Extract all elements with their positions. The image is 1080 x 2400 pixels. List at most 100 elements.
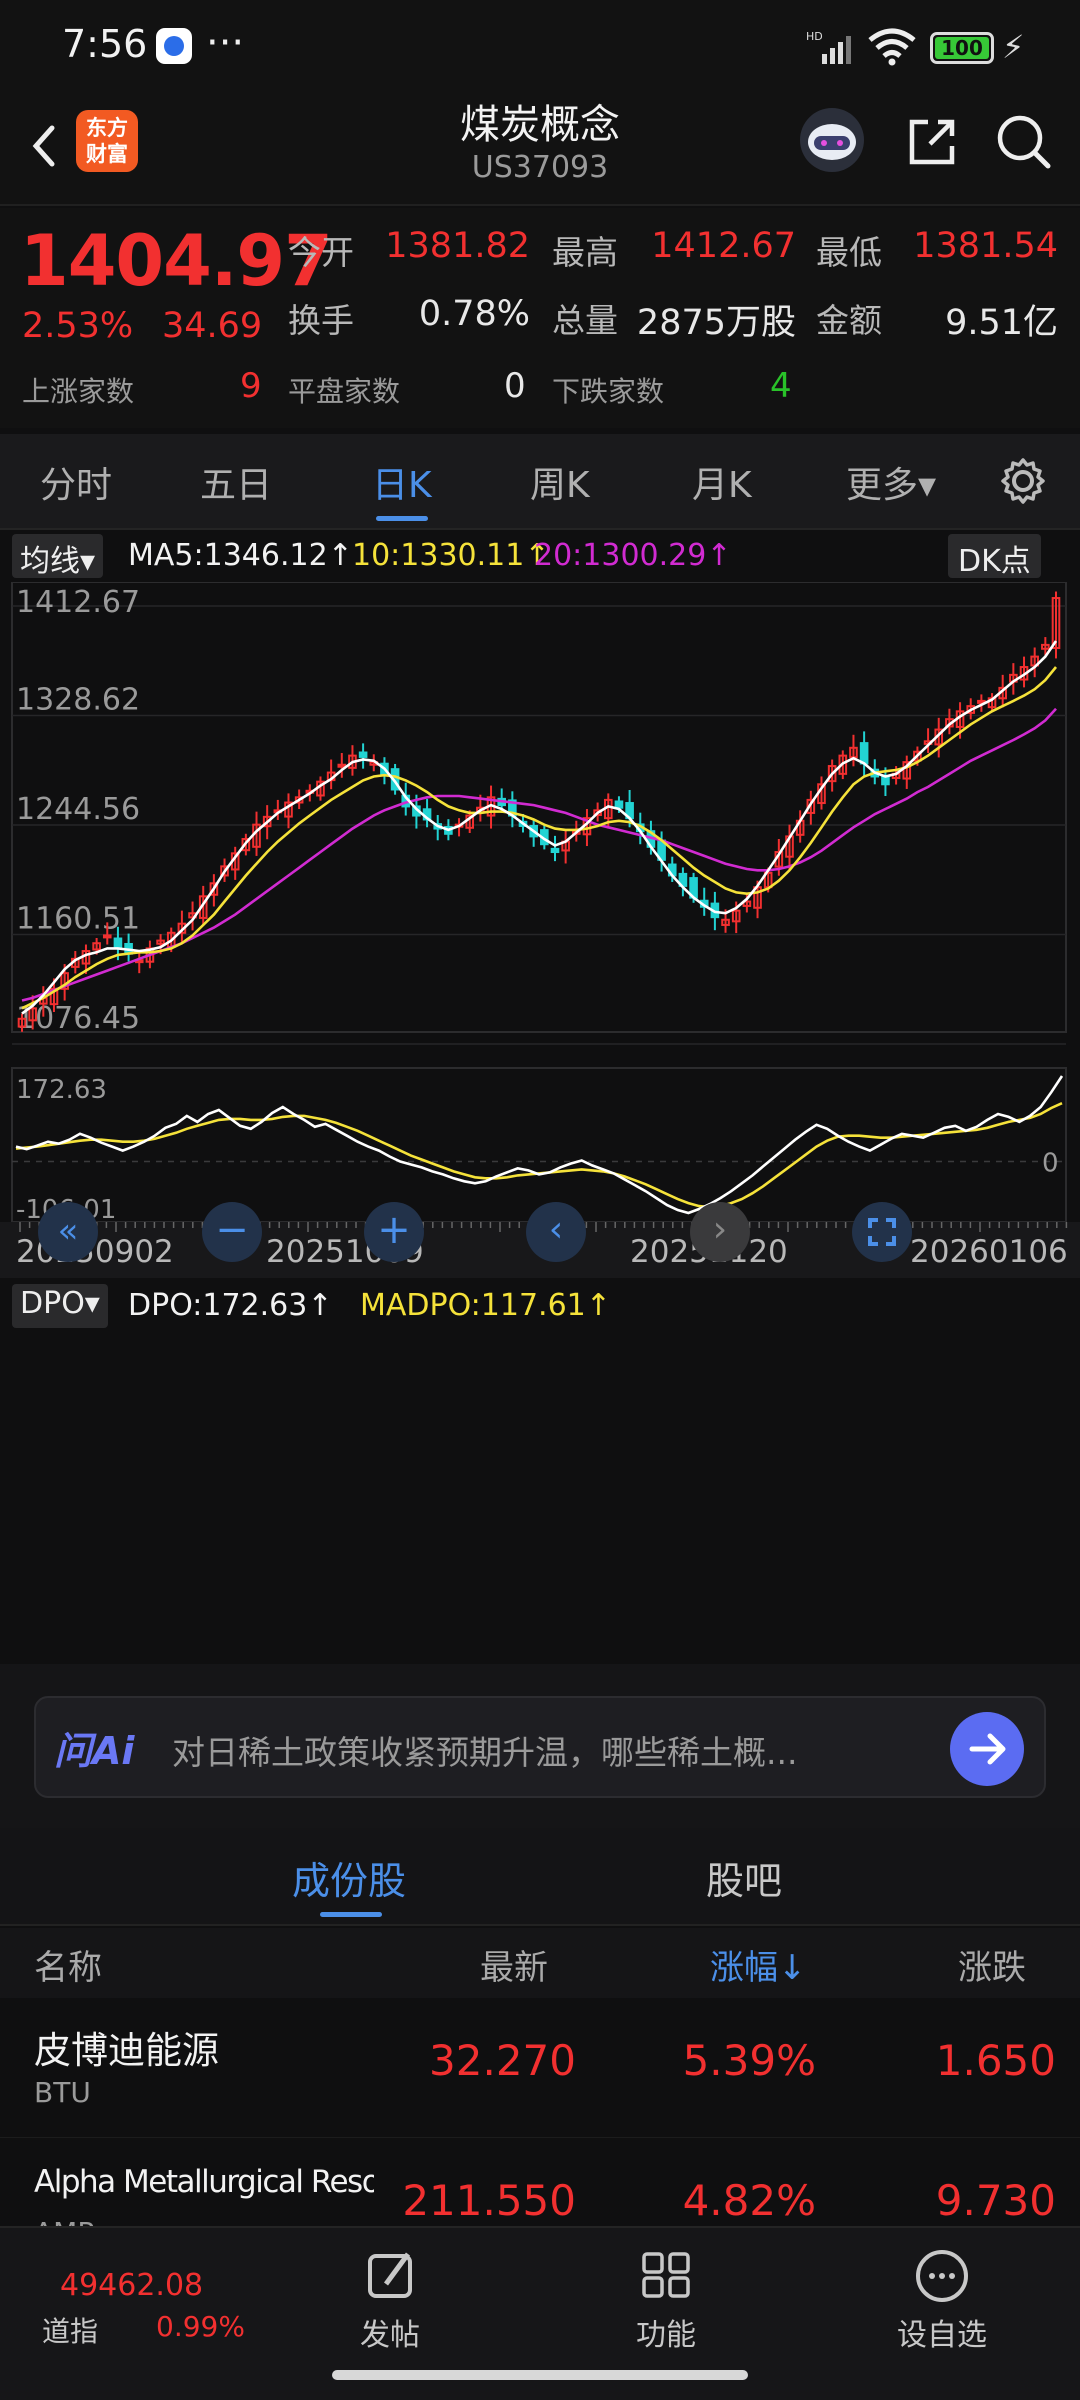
dpo-selector[interactable]: DPO▾ — [12, 1284, 108, 1328]
candle-body — [113, 937, 123, 949]
col-chg-header[interactable]: 涨跌 — [958, 1940, 1026, 1989]
charging-icon: ⚡ — [1002, 28, 1025, 66]
tab-constituents[interactable]: 成份股 — [292, 1850, 406, 1905]
features-button[interactable]: 功能 — [606, 2246, 726, 2366]
date-label: 20260106 — [910, 1234, 1068, 1270]
stock-name: 皮博迪能源 — [34, 2029, 219, 2072]
open-label: 今开 — [288, 233, 354, 272]
down-count: 4 — [770, 366, 792, 406]
tab-more[interactable]: 更多▾ — [846, 456, 936, 508]
search-button[interactable] — [992, 110, 1056, 174]
bottom-nav: 49462.08 道指 0.99% 发帖 功能 设自选 — [0, 2226, 1080, 2400]
step-forward-button[interactable]: › — [690, 1202, 750, 1262]
candle-body — [358, 751, 368, 758]
high-label: 最高 — [552, 233, 618, 272]
turnover-label: 换手 — [288, 301, 354, 340]
post-button[interactable]: 发帖 — [330, 2246, 450, 2366]
ma20-value: 20:1300.29↑ — [534, 538, 732, 573]
kline-chart[interactable]: 1412.67 1328.62 1244.56 1160.51 1076.45 172.6… — [0, 582, 1080, 1622]
grid-apps-icon — [642, 2252, 690, 2298]
arrow-right-icon — [969, 1733, 1006, 1765]
step-back-button[interactable]: ‹ — [526, 1202, 586, 1262]
index-name: 道指 — [42, 2315, 99, 2348]
tab-intraday[interactable]: 分时 — [40, 456, 112, 508]
battery-icon: 100 — [930, 32, 994, 64]
stock-latest: 32.270 — [429, 2036, 576, 2085]
tab-daily-k[interactable]: 日K — [372, 456, 432, 508]
stock-latest: 211.550 — [402, 2176, 576, 2225]
dpo-value: DPO:172.63↑ — [128, 1288, 333, 1323]
tab-stock-forum[interactable]: 股吧 — [706, 1850, 782, 1905]
signal-icon: HD — [806, 30, 858, 64]
list-tabs: 成份股 股吧 — [0, 1828, 1080, 1926]
more-circle-icon — [916, 2250, 968, 2302]
battery-level: 100 — [935, 37, 989, 59]
zoom-out-button[interactable]: − — [202, 1202, 262, 1262]
search-icon — [997, 115, 1051, 169]
period-tabs: 分时 五日 日K 周K 月K 更多▾ — [0, 434, 1080, 530]
index-ticker[interactable]: 49462.08 道指 0.99% — [0, 2228, 260, 2348]
ai-logo: 问Ai — [54, 1729, 135, 1773]
last-price: 1404.97 — [20, 220, 333, 302]
tab-weekly-k[interactable]: 周K — [530, 456, 590, 508]
expand-icon — [868, 1218, 896, 1246]
price-tick-label: 1244.56 — [16, 792, 140, 827]
dpo-panel-frame — [11, 1067, 1067, 1223]
ai-submit-button[interactable] — [950, 1712, 1024, 1786]
add-watchlist-button[interactable]: 设自选 — [882, 2246, 1002, 2366]
flat-count-label: 平盘家数 — [288, 375, 401, 408]
ai-prompt-text[interactable]: 对日稀土政策收紧预期升温，哪些稀土概... — [172, 1726, 797, 1774]
fullscreen-button[interactable] — [852, 1202, 912, 1262]
zoom-in-button[interactable]: + — [364, 1202, 424, 1262]
stock-change: 1.650 — [935, 2036, 1056, 2085]
low-value: 1381.54 — [913, 226, 1058, 266]
low-label: 最低 — [816, 233, 882, 272]
volume-label: 总量 — [552, 301, 618, 340]
add-watchlist-label: 设自选 — [897, 2318, 987, 2353]
madpo-value: MADPO:117.61↑ — [360, 1288, 611, 1323]
status-bar: 7:56 ··· HD 100 ⚡ — [0, 0, 1080, 100]
amount-label: 金额 — [816, 301, 882, 340]
ma20-line — [21, 707, 1057, 1002]
up-count: 9 — [240, 366, 262, 406]
tab-constituents-underline — [320, 1912, 382, 1917]
candle-body — [859, 742, 869, 765]
baidu-app-icon — [156, 28, 192, 64]
col-latest-header[interactable]: 最新 — [480, 1940, 548, 1989]
price-tick-label: 1076.45 — [16, 1001, 140, 1036]
chart-settings-button[interactable] — [996, 454, 1050, 508]
dpo-tick-label: 0 — [1042, 1148, 1059, 1178]
price-tick-label: 1328.62 — [16, 682, 140, 717]
list-item[interactable]: 皮博迪能源 BTU 32.270 5.39% 1.650 — [0, 2000, 1080, 2138]
down-count-label: 下跌家数 — [552, 375, 665, 408]
dpo-tick-label: 172.63 — [16, 1075, 107, 1105]
tab-five-day[interactable]: 五日 — [200, 456, 272, 508]
wifi-icon — [866, 26, 918, 70]
price-tick-label: 1160.51 — [16, 901, 140, 936]
more-notifications-icon: ··· — [206, 20, 245, 66]
change-value: 34.69 — [162, 306, 263, 346]
share-icon — [909, 119, 955, 165]
kline-chart-area[interactable]: 均线▾ MA5:1346.12↑ 10:1330.11↑ 20:1300.29↑… — [0, 530, 1080, 1670]
candle-body — [102, 934, 112, 939]
dpo-line — [15, 1075, 1064, 1215]
ai-question-bar[interactable]: 问Ai 对日稀土政策收紧预期升温，哪些稀土概... — [34, 1696, 1046, 1798]
gear-icon — [1001, 458, 1045, 504]
ma-selector[interactable]: 均线▾ — [12, 534, 104, 579]
open-value: 1381.82 — [385, 226, 530, 266]
candle-body — [337, 763, 347, 768]
post-label: 发帖 — [360, 2318, 420, 2353]
tab-monthly-k[interactable]: 月K — [692, 456, 752, 508]
candle-body — [550, 847, 560, 854]
robot-assistant-icon[interactable] — [800, 108, 864, 172]
stock-name: Alpha Metallurgical Resources I — [34, 2164, 374, 2200]
dk-points-button[interactable]: DK点 — [948, 534, 1041, 579]
col-pct-header[interactable]: 涨幅↓ — [710, 1940, 807, 1989]
chart-scroll-left-button[interactable]: « — [38, 1202, 98, 1262]
share-button[interactable] — [900, 110, 964, 174]
stock-change: 9.730 — [935, 2176, 1056, 2225]
active-tab-indicator — [376, 516, 428, 521]
ma10-value: 10:1330.11↑ — [352, 538, 550, 573]
up-count-label: 上涨家数 — [22, 375, 135, 408]
edit-post-icon — [368, 2252, 412, 2298]
